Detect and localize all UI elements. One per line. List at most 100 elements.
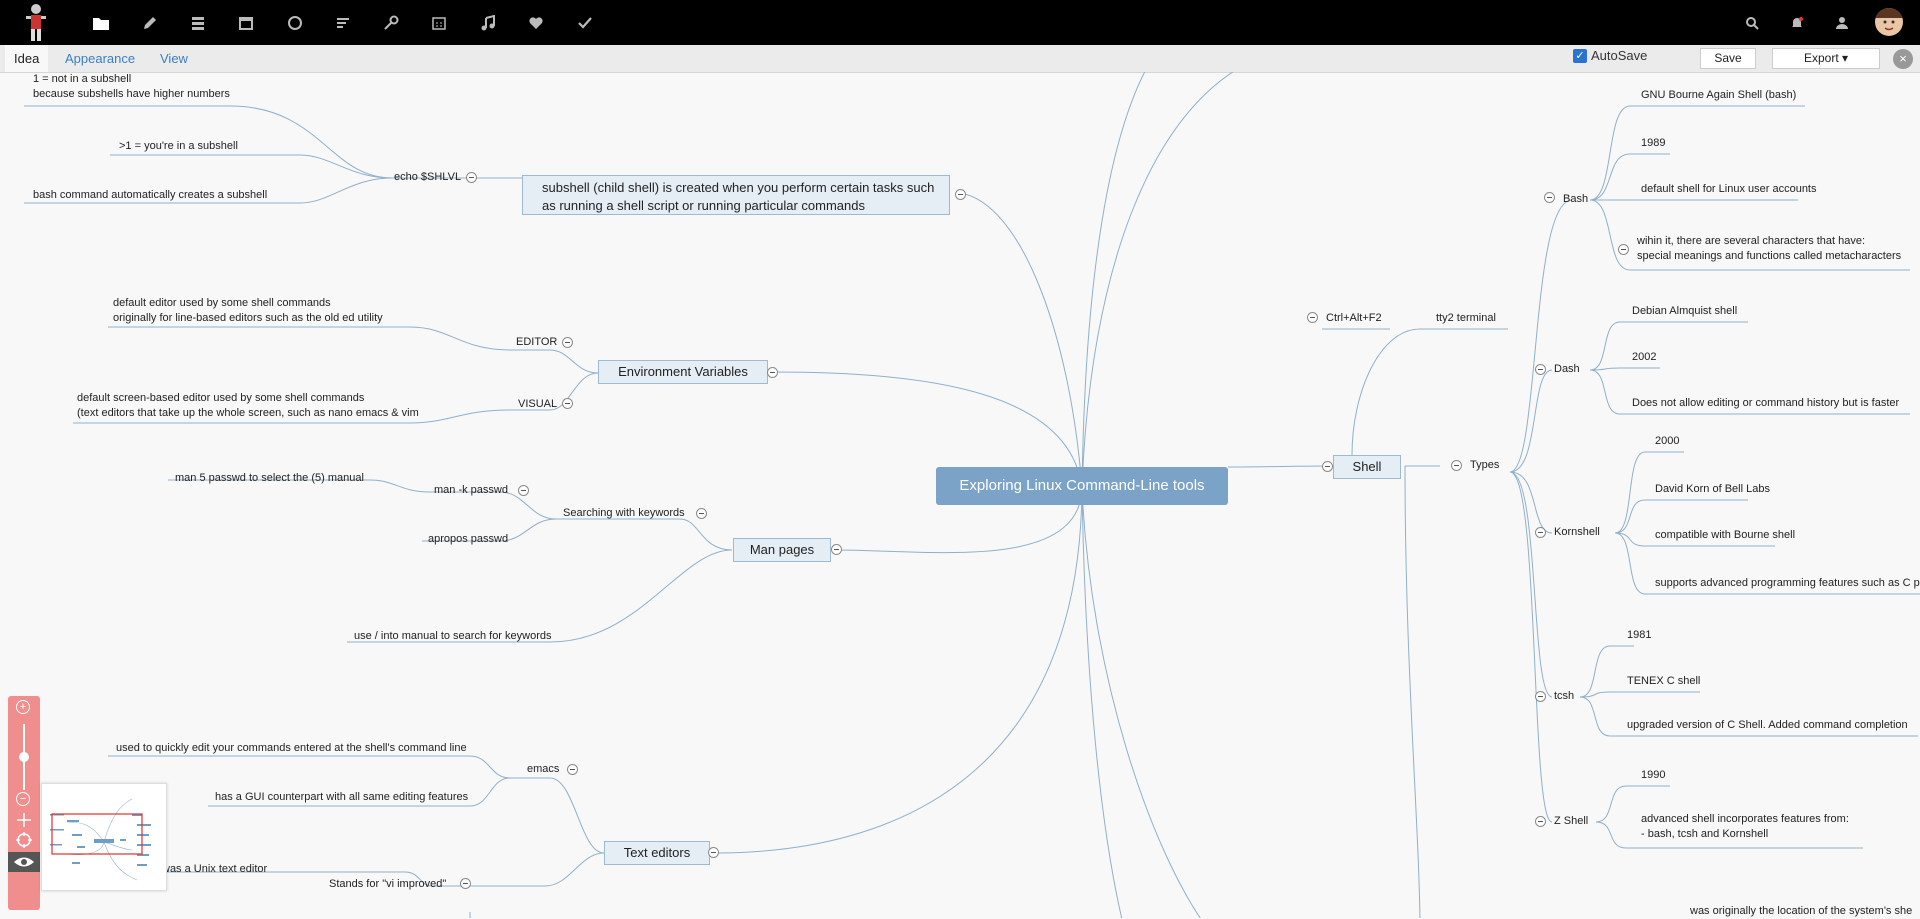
man-pages-topic[interactable]: Man pages [733,538,831,562]
dash-note-2[interactable]: 2002 [1632,350,1656,365]
ctrl-alt-f2-node[interactable]: Ctrl+Alt+F2 [1326,311,1382,326]
fit-icon[interactable] [16,832,32,848]
zoom-slider-handle[interactable] [19,752,29,762]
shlvl-note-1[interactable]: 1 = not in a subshell because subshells … [33,72,230,102]
bash-note-4[interactable]: wihin it, there are several characters t… [1637,234,1901,264]
layers-icon[interactable] [187,12,209,34]
bash-note-2[interactable]: 1989 [1641,136,1665,151]
collapse-toggle[interactable] [831,544,842,555]
collapse-toggle[interactable] [466,172,477,183]
tcsh-node[interactable]: tcsh [1554,689,1574,704]
emacs-note-2[interactable]: has a GUI counterpart with all same edit… [215,790,468,805]
list-icon[interactable] [332,12,354,34]
zoom-in-icon[interactable]: + [16,700,30,714]
text-editors-topic[interactable]: Text editors [604,841,710,865]
tcsh-note-1[interactable]: 1981 [1627,628,1651,643]
collapse-toggle[interactable] [708,847,719,858]
kornshell-node[interactable]: Kornshell [1554,525,1600,540]
zoom-out-icon[interactable]: − [16,792,30,806]
shlvl-note-3[interactable]: bash command automatically creates a sub… [33,188,267,203]
collapse-toggle[interactable] [767,367,778,378]
vi-note[interactable]: was a Unix text editor [162,862,267,877]
profile-avatar[interactable] [1875,8,1903,36]
tcsh-note-2[interactable]: TENEX C shell [1627,674,1700,689]
close-button[interactable]: × [1893,49,1913,69]
collapse-toggle[interactable] [518,485,529,496]
korn-note-4[interactable]: supports advanced programming features s… [1655,576,1920,591]
zsh-note-1[interactable]: 1990 [1641,768,1665,783]
tab-view[interactable]: View [160,45,188,72]
korn-note-1[interactable]: 2000 [1655,434,1679,449]
autosave-toggle[interactable]: ✓ AutoSave [1573,48,1647,63]
bash-note-1[interactable]: GNU Bourne Again Shell (bash) [1641,88,1796,103]
editor-node[interactable]: EDITOR [516,335,557,350]
zsh-note-2[interactable]: advanced shell incorporates features fro… [1641,812,1849,842]
heart-icon[interactable] [525,12,547,34]
collapse-toggle[interactable] [955,189,966,200]
collapse-toggle[interactable] [567,764,578,775]
bash-note-3[interactable]: default shell for Linux user accounts [1641,182,1817,197]
pencil-icon[interactable] [139,12,161,34]
shlvl-note-2[interactable]: >1 = you're in a subshell [119,139,238,154]
calendar-alt-icon[interactable] [428,12,450,34]
collapse-toggle[interactable] [1451,460,1462,471]
collapse-toggle[interactable] [1618,244,1629,255]
search-icon[interactable] [1741,12,1763,34]
env-vars-topic[interactable]: Environment Variables [598,360,768,384]
collapse-toggle[interactable] [1535,364,1546,375]
notifications-icon[interactable] [1786,12,1808,34]
types-node[interactable]: Types [1470,458,1499,473]
folder-icon[interactable] [90,12,112,34]
music-icon[interactable] [477,12,499,34]
dash-note-3[interactable]: Does not allow editing or command histor… [1632,396,1899,411]
collapse-toggle[interactable] [1535,527,1546,538]
app-logo[interactable] [23,2,49,43]
apropos-node[interactable]: apropos passwd [428,532,508,547]
pan-icon[interactable] [16,812,32,828]
minimap[interactable] [41,783,167,891]
collapse-toggle[interactable] [1322,461,1333,472]
tty2-node[interactable]: tty2 terminal [1436,311,1496,326]
korn-note-3[interactable]: compatible with Bourne shell [1655,528,1795,543]
collapse-toggle[interactable] [1307,312,1318,323]
collapse-toggle[interactable] [562,337,573,348]
vi-node[interactable]: Stands for "vi improved" [329,877,446,892]
save-button[interactable]: Save [1700,48,1756,69]
visual-node[interactable]: VISUAL [518,397,557,412]
mindmap-canvas[interactable]: Exploring Linux Command-Line tools subsh… [0,72,1920,918]
central-topic[interactable]: Exploring Linux Command-Line tools [936,467,1228,505]
check-icon[interactable] [574,12,596,34]
emacs-note-1[interactable]: used to quickly edit your commands enter… [116,741,467,756]
eye-icon[interactable] [8,852,40,872]
collapse-toggle[interactable] [1544,192,1555,203]
zshell-node[interactable]: Z Shell [1554,814,1588,829]
korn-note-2[interactable]: David Korn of Bell Labs [1655,482,1770,497]
collapse-toggle[interactable] [562,398,573,409]
echo-shlvl-node[interactable]: echo $SHLVL [394,170,461,185]
key-icon[interactable] [380,12,402,34]
export-dropdown[interactable]: Export ▾ [1772,48,1880,69]
searching-keywords-node[interactable]: Searching with keywords [563,506,685,521]
tcsh-note-3[interactable]: upgraded version of C Shell. Added comma… [1627,718,1908,733]
shell-bottom-note[interactable]: was originally the location of the syste… [1690,904,1912,919]
bash-node[interactable]: Bash [1563,192,1588,207]
collapse-toggle[interactable] [696,508,707,519]
collapse-toggle[interactable] [1535,691,1546,702]
visual-note[interactable]: default screen-based editor used by some… [77,391,419,421]
subshell-topic[interactable]: subshell (child shell) is created when y… [522,175,950,215]
shell-topic[interactable]: Shell [1333,455,1401,479]
man5-note[interactable]: man 5 passwd to select the (5) manual [175,471,364,486]
collapse-toggle[interactable] [460,878,471,889]
dash-note-1[interactable]: Debian Almquist shell [1632,304,1737,319]
collapse-toggle[interactable] [1535,816,1546,827]
autosave-checkbox[interactable]: ✓ [1573,48,1587,63]
dash-node[interactable]: Dash [1554,362,1580,377]
user-icon[interactable] [1831,12,1853,34]
man-k-node[interactable]: man -k passwd [434,483,508,498]
tab-idea[interactable]: Idea [5,45,49,72]
editor-note[interactable]: default editor used by some shell comman… [113,296,383,326]
calendar-icon[interactable] [235,12,257,34]
tab-appearance[interactable]: Appearance [65,45,135,72]
chat-icon[interactable] [284,12,306,34]
use-slash-note[interactable]: use / into manual to search for keywords [354,629,551,644]
